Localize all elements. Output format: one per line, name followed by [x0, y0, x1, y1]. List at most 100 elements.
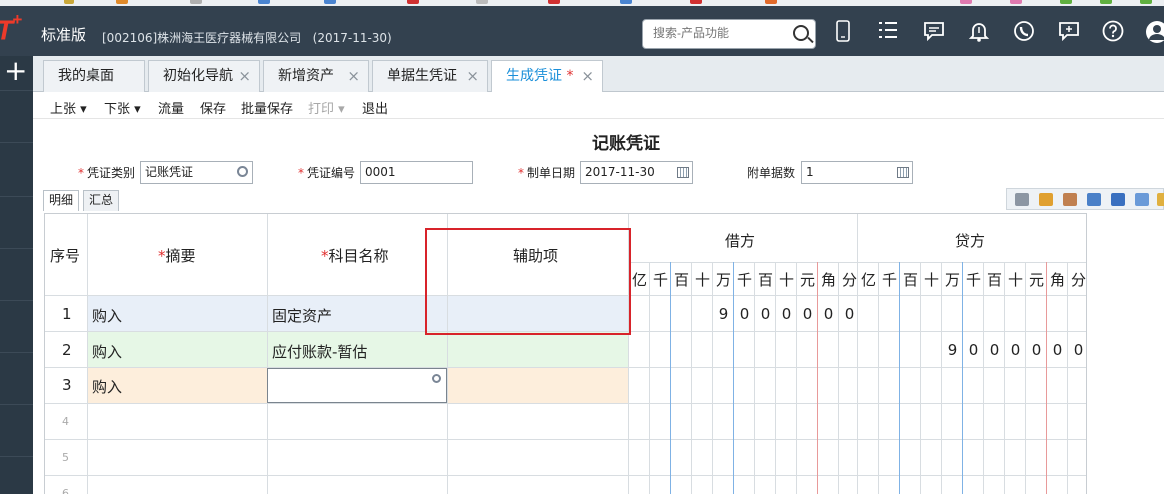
row-3-seq: 3 — [62, 376, 72, 394]
row-1-summary[interactable]: 购入 — [92, 305, 122, 326]
edition-label: 标准版 — [41, 26, 87, 44]
row-1-debit-digit[interactable]: 9 — [713, 305, 734, 323]
voucher-date-label: * 制单日期 — [518, 166, 576, 180]
row-2-credit-digit[interactable]: 0 — [1005, 341, 1026, 359]
print-preview-icon[interactable] — [1015, 193, 1029, 206]
bell-icon[interactable] — [967, 20, 991, 44]
row-2-seq: 2 — [62, 341, 72, 359]
row-2-credit-digit[interactable]: 9 — [942, 341, 963, 359]
debit-unit-label: 百 — [673, 271, 689, 289]
close-icon[interactable]: × — [581, 61, 594, 91]
row-4-seq: 4 — [62, 415, 69, 428]
credit-unit-label: 亿 — [860, 271, 876, 289]
subtab-summary[interactable]: 汇总 — [83, 190, 120, 211]
header-credit: 贷方 — [955, 232, 986, 250]
debit-unit-label: 千 — [736, 271, 752, 289]
exit-button[interactable]: 退出 — [362, 98, 388, 117]
row-2-credit-digit[interactable]: 0 — [984, 341, 1005, 359]
tab-new-asset[interactable]: 新增资产 × — [263, 60, 369, 92]
row-1-debit-digit[interactable]: 0 — [776, 305, 797, 323]
row-6-seq: 6 — [62, 487, 69, 494]
help-icon[interactable] — [1101, 20, 1125, 44]
credit-unit-label: 分 — [1070, 271, 1086, 289]
sidebar: + — [0, 54, 33, 494]
search-box[interactable] — [642, 19, 816, 49]
row-2-credit-digit[interactable]: 0 — [1026, 341, 1047, 359]
voucher-number-field[interactable]: 0001 — [360, 161, 473, 184]
batch-save-button[interactable]: 批量保存 — [241, 98, 293, 117]
row-1-debit-digit[interactable]: 0 — [839, 305, 860, 323]
voucher-type-field[interactable]: 记账凭证 — [140, 161, 253, 184]
debit-unit-label: 千 — [652, 271, 668, 289]
row-2-summary[interactable]: 购入 — [92, 341, 122, 362]
debit-unit-label: 亿 — [631, 271, 647, 289]
list-icon[interactable] — [876, 20, 900, 44]
add-icon[interactable]: + — [4, 54, 27, 87]
credit-unit-label: 百 — [986, 271, 1002, 289]
message-icon[interactable] — [922, 20, 946, 44]
mobile-icon[interactable] — [831, 20, 855, 44]
app-logo[interactable]: T+ — [0, 10, 22, 46]
tab-my-desktop[interactable]: 我的桌面 — [43, 60, 145, 92]
debit-unit-label: 百 — [757, 271, 773, 289]
credit-unit-label: 千 — [965, 271, 981, 289]
print-button[interactable]: 打印 ▾ — [308, 98, 345, 117]
next-voucher-button[interactable]: 下张 ▾ — [104, 98, 141, 117]
search-icon[interactable] — [432, 374, 441, 383]
credit-unit-label: 元 — [1028, 271, 1044, 289]
row-1-account[interactable]: 固定资产 — [272, 305, 332, 326]
lock-icon[interactable] — [1039, 193, 1053, 206]
row-2-account[interactable]: 应付账款-暂估 — [272, 341, 367, 362]
debit-unit-label: 元 — [799, 271, 815, 289]
tab-init-guide[interactable]: 初始化导航 × — [148, 60, 260, 92]
phone-icon[interactable] — [1012, 20, 1036, 44]
row-1-debit-digit[interactable]: 0 — [797, 305, 818, 323]
search-icon[interactable] — [793, 25, 809, 41]
close-icon[interactable]: × — [238, 61, 251, 91]
row-1-debit-digit[interactable]: 0 — [755, 305, 776, 323]
calc-icon[interactable] — [1087, 193, 1101, 206]
voucher-title: 记账凭证 — [592, 134, 660, 154]
highlight-box — [425, 228, 631, 335]
search-input[interactable] — [653, 26, 788, 40]
voucher-date-field[interactable]: 2017-11-30 — [580, 161, 693, 184]
debit-unit-label: 十 — [694, 271, 710, 289]
row-1-debit-digit[interactable]: 0 — [818, 305, 839, 323]
user-icon[interactable] — [1144, 20, 1164, 44]
row-3-account-input[interactable] — [267, 368, 447, 403]
subtab-detail[interactable]: 明细 — [43, 190, 80, 211]
app-header: T+ 标准版 [002106]株洲海王医疗器械有限公司 (2017-11-30) — [0, 6, 1164, 56]
folder-icon[interactable] — [1157, 193, 1164, 206]
row-1-seq: 1 — [62, 305, 72, 323]
chat-icon[interactable] — [1057, 20, 1081, 44]
attachments-field[interactable]: 1 — [801, 161, 913, 184]
row-1-debit-digit[interactable]: 0 — [734, 305, 755, 323]
header-summary: *摘要 — [158, 247, 196, 265]
cash-flow-button[interactable]: 流量 — [158, 98, 184, 117]
row-3-summary[interactable]: 购入 — [92, 376, 122, 397]
calendar-icon[interactable] — [897, 167, 909, 178]
credit-unit-label: 十 — [923, 271, 939, 289]
close-icon[interactable]: × — [347, 61, 360, 91]
debit-unit-label: 十 — [778, 271, 794, 289]
tab-doc-to-voucher[interactable]: 单据生凭证 × — [372, 60, 488, 92]
save-button[interactable]: 保存 — [200, 98, 226, 117]
close-icon[interactable]: × — [466, 61, 479, 91]
credit-unit-label: 千 — [881, 271, 897, 289]
tab-generate-voucher[interactable]: 生成凭证 * × — [491, 60, 603, 93]
copy-icon[interactable] — [1135, 193, 1149, 206]
row-2-credit-digit[interactable]: 0 — [1047, 341, 1068, 359]
calendar-icon[interactable] — [677, 167, 689, 178]
toolbar: 上张 ▾ 下张 ▾ 流量 保存 批量保存 打印 ▾ 退出 — [33, 92, 1164, 119]
attachments-label: 附单据数 — [747, 166, 796, 180]
search-icon[interactable] — [237, 166, 248, 177]
swap-icon[interactable] — [1063, 193, 1077, 206]
header-account: *科目名称 — [321, 247, 389, 265]
balance-icon[interactable] — [1111, 193, 1125, 206]
prev-voucher-button[interactable]: 上张 ▾ — [50, 98, 87, 117]
row-5-seq: 5 — [62, 451, 69, 464]
row-2-credit-digit[interactable]: 0 — [1068, 341, 1086, 359]
credit-unit-label: 十 — [1007, 271, 1023, 289]
row-2-credit-digit[interactable]: 0 — [963, 341, 984, 359]
debit-unit-label: 分 — [841, 271, 857, 289]
